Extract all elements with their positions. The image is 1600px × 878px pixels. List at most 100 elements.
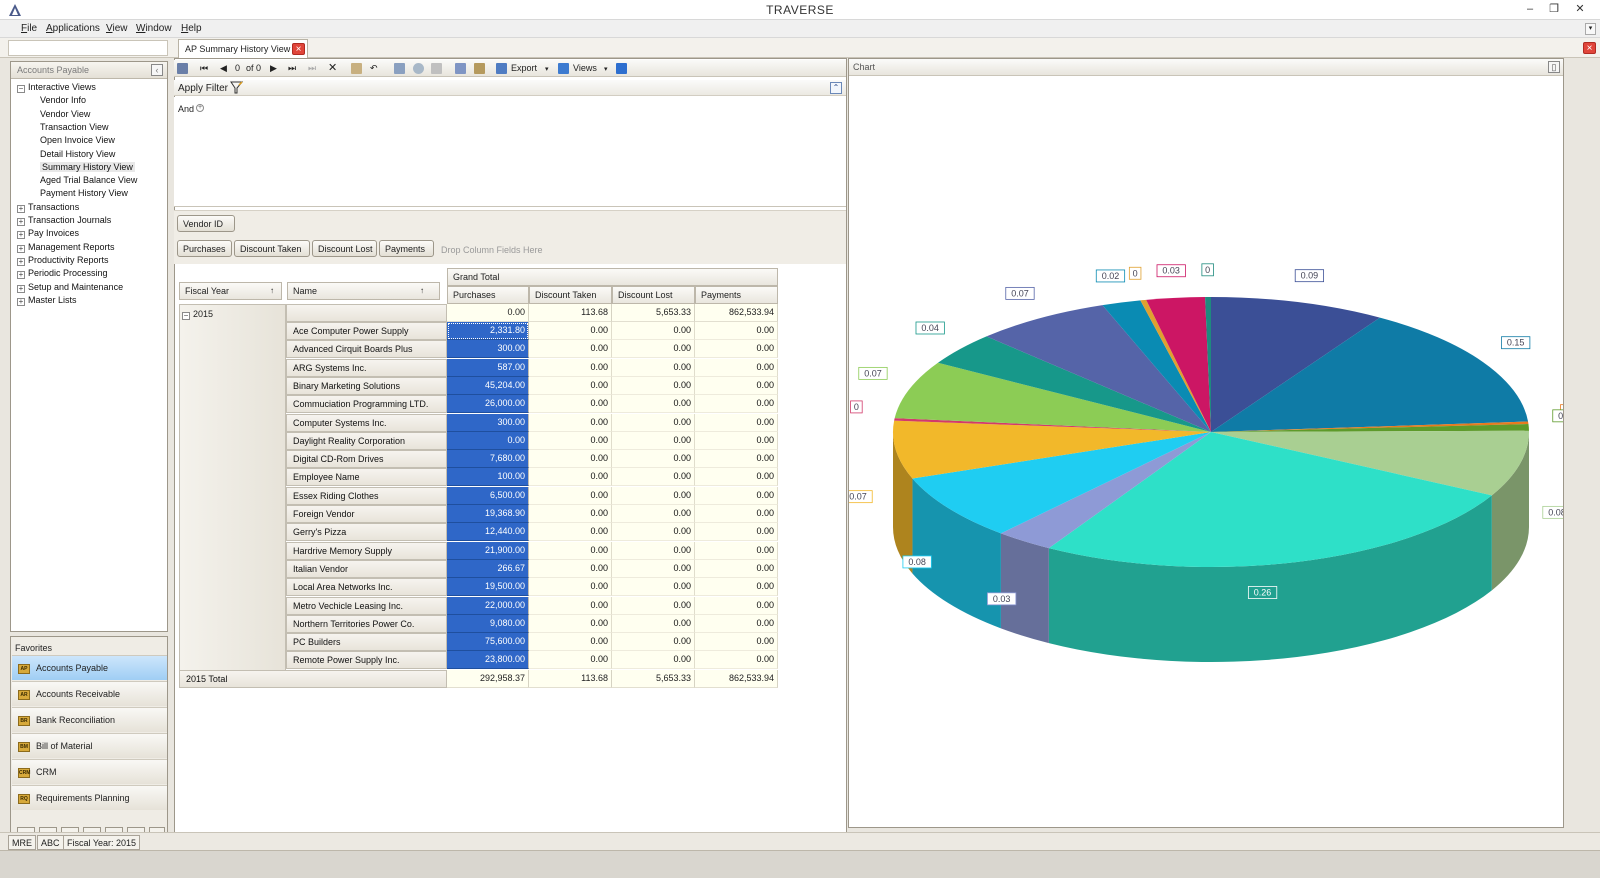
purchases-cell[interactable]: 21,900.00 <box>447 541 529 560</box>
tree-item-7[interactable]: Aged Trial Balance View <box>40 175 137 185</box>
vendor-name-cell[interactable]: PC Builders <box>286 633 447 652</box>
value-cell[interactable]: 0.00 <box>612 505 695 523</box>
purchases-cell[interactable]: 23,800.00 <box>447 651 529 670</box>
value-cell[interactable]: 0.00 <box>612 578 695 597</box>
first-record-icon[interactable]: ⏮ <box>200 63 208 74</box>
vendor-name-cell[interactable]: Essex Riding Clothes <box>286 486 447 505</box>
purchases-cell[interactable]: 587.00 <box>447 358 529 377</box>
tree-item-13[interactable]: + Productivity Reports <box>17 255 109 266</box>
value-cell[interactable]: 0.00 <box>529 559 612 578</box>
value-cell[interactable]: 0.00 <box>695 596 778 615</box>
value-cell[interactable]: 0.00 <box>695 358 778 377</box>
collapse-year-icon[interactable]: − <box>182 312 190 320</box>
value-cell[interactable]: 0.00 <box>529 413 612 432</box>
column-header[interactable]: Purchases <box>447 286 529 304</box>
undo-icon[interactable]: ↶ <box>370 63 378 74</box>
close-tab-icon[interactable]: × <box>292 43 305 55</box>
value-cell[interactable]: 0.00 <box>529 486 612 505</box>
expand-node-icon[interactable]: + <box>17 297 25 306</box>
delete-icon[interactable]: ✕ <box>328 61 337 74</box>
expand-node-icon[interactable]: + <box>17 231 25 240</box>
value-cell[interactable]: 0.00 <box>612 486 695 505</box>
menu-item-0[interactable]: File <box>21 23 37 34</box>
value-cell[interactable]: 0.00 <box>612 651 695 670</box>
restore-icon[interactable]: ❐ <box>1546 2 1562 16</box>
value-cell[interactable]: 0.00 <box>695 523 778 542</box>
collapse-filter-icon[interactable]: ⌃ <box>830 82 842 94</box>
sort-asc-icon[interactable]: ↑ <box>420 286 424 295</box>
value-cell[interactable]: 0.00 <box>529 633 612 652</box>
tree-item-2[interactable]: Vendor View <box>40 109 90 119</box>
minimize-icon[interactable]: – <box>1522 2 1538 16</box>
data-field-button[interactable]: Payments <box>379 240 434 257</box>
value-cell[interactable]: 0.00 <box>695 468 778 487</box>
sort-asc-icon[interactable]: ↑ <box>270 286 274 295</box>
views-dropdown-icon[interactable]: ▾ <box>604 65 608 73</box>
column-header[interactable]: Discount Lost <box>612 286 695 304</box>
value-cell[interactable]: 0.00 <box>695 450 778 469</box>
close-all-icon[interactable]: × <box>1583 42 1596 54</box>
value-cell[interactable]: 0.00 <box>529 596 612 615</box>
favorite-3[interactable]: BM Bill of Material <box>12 733 167 758</box>
vendor-name-cell[interactable]: Digital CD-Rom Drives <box>286 450 447 469</box>
vendor-name-cell[interactable]: Remote Power Supply Inc. <box>286 651 447 670</box>
purchases-cell[interactable]: 266.67 <box>447 559 529 578</box>
new-record-icon[interactable]: ⏭ <box>308 63 316 74</box>
data-field-button[interactable]: Discount Taken <box>234 240 310 257</box>
purchases-cell[interactable]: 6,500.00 <box>447 486 529 505</box>
tree-item-0[interactable]: − Interactive Views <box>17 82 96 93</box>
value-cell[interactable]: 0.00 <box>529 651 612 670</box>
favorite-0[interactable]: AP Accounts Payable <box>12 655 167 680</box>
save-icon[interactable] <box>177 63 188 74</box>
value-cell[interactable]: 0.00 <box>695 633 778 652</box>
value-cell[interactable]: 0.00 <box>612 376 695 395</box>
purchases-cell[interactable]: 22,000.00 <box>447 596 529 615</box>
vendor-name-cell[interactable]: Commuciation Programming LTD. <box>286 395 447 414</box>
pin-chart-icon[interactable]: ▯ <box>1548 61 1560 73</box>
edit-icon[interactable] <box>351 63 362 74</box>
tree-item-16[interactable]: + Master Lists <box>17 295 77 306</box>
menu-item-1[interactable]: Applications <box>46 23 100 34</box>
purchases-cell[interactable]: 19,500.00 <box>447 578 529 597</box>
value-cell[interactable]: 0.00 <box>529 523 612 542</box>
next-record-icon[interactable]: ▶ <box>270 63 277 74</box>
purchases-cell[interactable]: 100.00 <box>447 468 529 487</box>
expand-node-icon[interactable]: + <box>17 257 25 266</box>
favorite-4[interactable]: CRM CRM <box>12 759 167 784</box>
value-cell[interactable]: 0.00 <box>695 322 778 340</box>
purchases-cell[interactable]: 2,331.80 <box>447 322 529 340</box>
value-cell[interactable]: 0.00 <box>695 486 778 505</box>
tree-item-3[interactable]: Transaction View <box>40 122 109 132</box>
favorite-2[interactable]: BR Bank Reconciliation <box>12 707 167 732</box>
menu-item-2[interactable]: View <box>106 23 128 34</box>
value-cell[interactable]: 0.00 <box>612 358 695 377</box>
value-cell[interactable]: 0.00 <box>695 578 778 597</box>
tree-item-8[interactable]: Payment History View <box>40 188 128 198</box>
views-button[interactable]: Views <box>573 63 597 73</box>
vendor-name-cell[interactable]: Computer Systems Inc. <box>286 413 447 432</box>
value-cell[interactable]: 0.00 <box>612 614 695 633</box>
value-cell[interactable]: 0.00 <box>695 376 778 395</box>
favorite-1[interactable]: AR Accounts Receivable <box>12 681 167 706</box>
value-cell[interactable]: 0.00 <box>529 322 612 340</box>
value-cell[interactable]: 0.00 <box>695 541 778 560</box>
value-cell[interactable]: 0.00 <box>695 340 778 359</box>
expand-node-icon[interactable]: + <box>17 204 25 213</box>
vendor-name-cell[interactable]: ARG Systems Inc. <box>286 358 447 377</box>
value-cell[interactable]: 0.00 <box>529 578 612 597</box>
value-cell[interactable]: 0.00 <box>612 395 695 414</box>
tree-item-14[interactable]: + Periodic Processing <box>17 268 108 280</box>
value-cell[interactable]: 0.00 <box>612 559 695 578</box>
purchases-cell[interactable]: 75,600.00 <box>447 633 529 652</box>
vendor-name-cell[interactable]: Ace Computer Power Supply <box>286 322 447 340</box>
value-cell[interactable]: 0.00 <box>529 340 612 359</box>
purchases-cell[interactable]: 9,080.00 <box>447 614 529 633</box>
value-cell[interactable]: 0.00 <box>695 651 778 670</box>
value-cell[interactable]: 0.00 <box>612 322 695 340</box>
value-cell[interactable]: 0.00 <box>612 523 695 542</box>
vendor-name-cell[interactable]: Hardrive Memory Supply <box>286 541 447 560</box>
vendor-name-cell[interactable]: Gerry's Pizza <box>286 523 447 542</box>
collapse-node-icon[interactable]: − <box>17 85 25 93</box>
value-cell[interactable]: 0.00 <box>529 468 612 487</box>
purchases-cell[interactable]: 300.00 <box>447 340 529 359</box>
